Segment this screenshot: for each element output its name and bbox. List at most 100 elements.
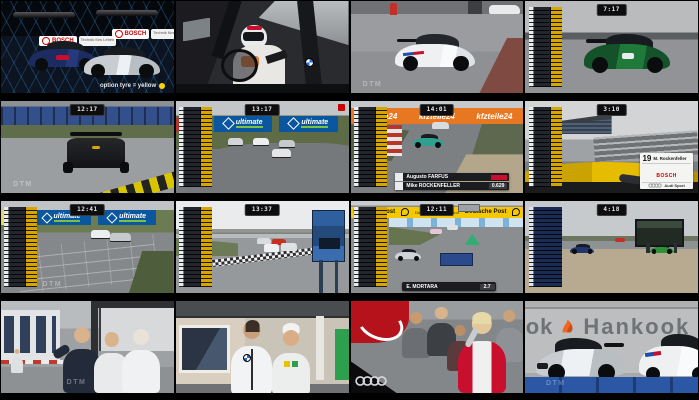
car-body [67, 138, 126, 168]
audi-rings-icon [354, 375, 388, 387]
timing-tower [179, 107, 212, 187]
timing-tower [529, 107, 562, 187]
side-window-light [183, 18, 211, 42]
ultimate-label: ultimate [301, 119, 328, 128]
person-hair [245, 320, 260, 332]
black-car-rear [67, 132, 126, 172]
wheel [35, 58, 48, 71]
wheel [652, 249, 657, 254]
race-car-small [447, 225, 457, 230]
screen-leg [646, 243, 649, 252]
hankook-fragment-label: ook [525, 314, 553, 340]
person-head [133, 329, 149, 345]
duel-delta-bar [491, 175, 507, 180]
timer-aux-box [458, 204, 481, 212]
thumb-kfzteile24[interactable]: kfzteile24 kfzteile24 kfzteile24 14:01 [350, 100, 525, 200]
thumb-bmw-pitlane[interactable]: DTM [350, 0, 525, 100]
timer-value: 12:11 [427, 206, 448, 213]
bosch-banner-label: BOSCH [125, 31, 147, 37]
race-car-small [264, 244, 280, 251]
session-timer: 12:17 [70, 104, 105, 116]
kerb-infield [475, 38, 523, 93]
bosch-label: BOSCH [656, 173, 677, 179]
thumb-black-car[interactable]: 12:17 DTM [0, 100, 175, 200]
track-scene: kfzteile24 kfzteile24 kfzteile24 14:01 [351, 101, 524, 193]
race-car-small [110, 233, 131, 241]
screen-leg [674, 243, 677, 252]
studio-scene: BOSCH Technik fürs Leben BOSCH Technik f… [1, 1, 174, 93]
person-head [284, 330, 300, 346]
team-manager [231, 321, 272, 393]
redbull-logo-patch [56, 55, 68, 60]
position-box [395, 182, 403, 190]
track-scene: 7:17 [525, 1, 698, 93]
pit-building-windows [4, 316, 56, 353]
ultimate-label: ultimate [236, 119, 263, 128]
thumb-audi-celebration[interactable] [350, 300, 525, 400]
timing-tower [179, 207, 212, 287]
thumb-ultimate-four-cars[interactable]: ultimate ultimate 13:17 [175, 100, 350, 200]
thumb-grid-track[interactable]: ultimate ultimate 12:41 DTM [0, 200, 175, 300]
dtm-watermark: DTM [546, 380, 566, 387]
rear-wing [70, 132, 122, 136]
bosch-sub-label: Technik fürs Leben [151, 29, 174, 39]
bmw-roundel-icon [305, 58, 314, 67]
race-car-small [432, 122, 449, 128]
track-scene: Deutsche Post Die Post für Deutschland D… [351, 201, 524, 293]
wheel [453, 56, 468, 71]
sponsor-patch [284, 361, 290, 367]
team-member-white [122, 329, 160, 393]
pit-wall [468, 1, 482, 14]
race-car-small [272, 149, 291, 157]
grass-right [471, 124, 523, 157]
thumb-walkway[interactable] [175, 300, 350, 400]
redbull-car-small [570, 244, 594, 253]
timing-tower [529, 7, 562, 87]
timer-value: 4:18 [603, 206, 619, 213]
bosch-logo-icon [115, 30, 123, 38]
helmet-visor [243, 32, 264, 40]
thumb-studio-presentation[interactable]: BOSCH Technik fürs Leben BOSCH Technik f… [0, 0, 175, 100]
aral-diamond-icon [107, 212, 118, 223]
session-timer: 14:01 [420, 104, 455, 116]
cockpit-scene [176, 1, 349, 93]
thumb-pit-celebration[interactable]: DTM [0, 300, 175, 400]
thumb-onboard-driver[interactable] [175, 0, 350, 100]
person-head [104, 332, 119, 347]
thumb-hankook-wall[interactable]: ook Hankook DTM [524, 300, 699, 400]
session-timer: 3:10 [596, 104, 626, 116]
chase-gap-value: 2.7 [480, 284, 495, 290]
thumb-onboard-yellow[interactable]: 3:10 19 M. Rockenfeller BOSCH Audi Sport [524, 100, 699, 200]
duel-driver-name: Mike ROCKENFELLER [403, 183, 488, 189]
timer-value: 12:41 [77, 206, 98, 213]
duel-row: Augusto FARFUS [395, 173, 509, 181]
hankook-flame-icon [559, 318, 577, 336]
yellow-dot-icon [159, 83, 165, 89]
thumb-deutsche-post[interactable]: Deutsche Post Die Post für Deutschland D… [350, 200, 525, 300]
race-car-small [279, 140, 295, 147]
dtm-watermark: DTM [363, 81, 383, 88]
person-torso [272, 353, 310, 393]
tower-leg [335, 260, 338, 293]
timer-value: 13:37 [252, 206, 273, 213]
wheel [667, 249, 672, 254]
duel-driver-name: Augusto FARFUS [403, 174, 491, 180]
bmw-m3-dtm-car [395, 34, 474, 69]
marshal-figure [390, 3, 397, 15]
rain-light [92, 146, 99, 149]
window [179, 325, 230, 373]
driver-id-card: 19 M. Rockenfeller BOSCH Audi Sport [640, 153, 692, 189]
thumb-gravel-screen[interactable]: 4:18 [524, 200, 699, 300]
aral-diamond-icon [287, 118, 300, 131]
wheel [63, 162, 72, 173]
front-grille [537, 363, 548, 369]
wall-top-line [525, 307, 698, 309]
onboard-scene: 3:10 19 M. Rockenfeller BOSCH Audi Sport [525, 101, 698, 193]
session-timer: 13:37 [245, 204, 280, 216]
white-column [316, 316, 325, 380]
session-timer: 12:41 [70, 204, 105, 216]
bosch-banner: BOSCH Technik fürs Leben [112, 29, 174, 39]
thumb-start-finish[interactable]: 13:37 [175, 200, 350, 300]
race-car-small [91, 230, 110, 237]
thumb-green-audi[interactable]: 7:17 [524, 0, 699, 100]
